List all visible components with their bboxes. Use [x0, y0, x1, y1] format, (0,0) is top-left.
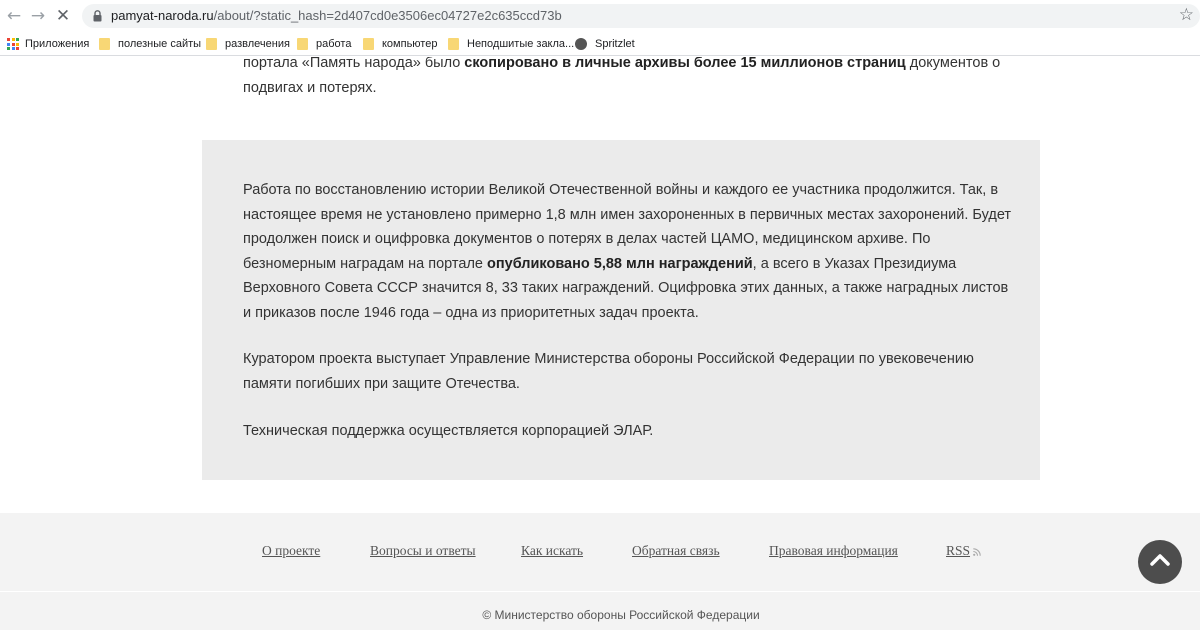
footer-link-rss-label: RSS	[946, 543, 971, 558]
spritzlet-globe-icon	[575, 38, 587, 50]
bookmark-fun[interactable]: развлечения	[206, 35, 290, 53]
scroll-to-top-button[interactable]	[1138, 540, 1182, 584]
bookmark-computer[interactable]: компьютер	[363, 35, 437, 53]
folder-icon	[206, 38, 217, 50]
footer-link-rss[interactable]: RSS	[946, 543, 981, 559]
folder-icon	[297, 38, 308, 50]
footer-link-legal[interactable]: Правовая информация	[769, 543, 898, 559]
bookmarks-bar: Приложения полезные сайты развлечения ра…	[0, 32, 1200, 56]
footer-link-faq[interactable]: Вопросы и ответы	[370, 543, 476, 559]
footer-link-how-to-search[interactable]: Как искать	[521, 543, 583, 559]
folder-icon	[363, 38, 374, 50]
top-para-bold: скопировано в личные архивы более 15 мил…	[464, 57, 906, 71]
copyright-text: © Министерство обороны Российской Федера…	[482, 608, 760, 622]
page-content: портала «Память народа» было скопировано…	[0, 57, 1200, 630]
address-bar[interactable]: pamyat-naroda.ru/about/?static_hash=2d40…	[82, 4, 1200, 28]
footer: О проекте Вопросы и ответы Как искать Об…	[0, 513, 1200, 630]
browser-toolbar: ← → ✕ pamyat-naroda.ru/about/?static_has…	[0, 0, 1200, 32]
top-paragraph: портала «Память народа» было скопировано…	[243, 57, 1013, 100]
bookmark-apps-label: Приложения	[25, 38, 90, 50]
lock-icon	[93, 10, 102, 22]
bookmark-work[interactable]: работа	[297, 35, 351, 53]
rss-icon	[973, 548, 981, 556]
bookmark-work-label: работа	[316, 38, 352, 50]
apps-grid-icon	[7, 38, 19, 50]
box-paragraph-1: Работа по восстановлению истории Великой…	[243, 178, 1013, 325]
bookmark-unsorted[interactable]: Неподшитые закла...	[448, 35, 574, 53]
top-para-text-1: портала «Память народа» было	[243, 57, 465, 71]
url-host: pamyat-naroda.ru	[111, 8, 214, 23]
box-paragraph-3: Техническая поддержка осуществляется кор…	[243, 423, 654, 439]
bookmark-useful-label: полезные сайты	[118, 38, 202, 50]
box-para1-bold: опубликовано 5,88 млн награждений	[487, 255, 753, 272]
chevron-up-icon	[1150, 554, 1170, 566]
folder-icon	[448, 38, 459, 50]
back-arrow-icon[interactable]: ←	[4, 6, 24, 26]
folder-icon	[99, 38, 110, 50]
bookmark-star-icon[interactable]: ☆	[1179, 5, 1194, 25]
bookmark-unsorted-label: Неподшитые закла...	[467, 38, 575, 50]
box-paragraph-2: Куратором проекта выступает Управление М…	[243, 351, 974, 392]
footer-divider	[0, 591, 1200, 592]
footer-link-feedback[interactable]: Обратная связь	[632, 543, 720, 559]
url-path: /about/?static_hash=2d407cd0e3506ec04727…	[213, 8, 562, 23]
stop-loading-icon[interactable]: ✕	[53, 6, 73, 26]
bookmark-fun-label: развлечения	[225, 38, 290, 50]
footer-link-about[interactable]: О проекте	[262, 543, 320, 559]
url-text: pamyat-naroda.ru/about/?static_hash=2d40…	[111, 8, 562, 24]
bookmark-spritzlet[interactable]: Spritzlet	[575, 35, 635, 53]
bookmark-useful-sites[interactable]: полезные сайты	[99, 35, 201, 53]
forward-arrow-icon[interactable]: →	[28, 6, 48, 26]
bookmark-apps[interactable]: Приложения	[7, 35, 89, 53]
bookmark-spritzlet-label: Spritzlet	[595, 38, 635, 50]
bookmark-computer-label: компьютер	[382, 38, 438, 50]
